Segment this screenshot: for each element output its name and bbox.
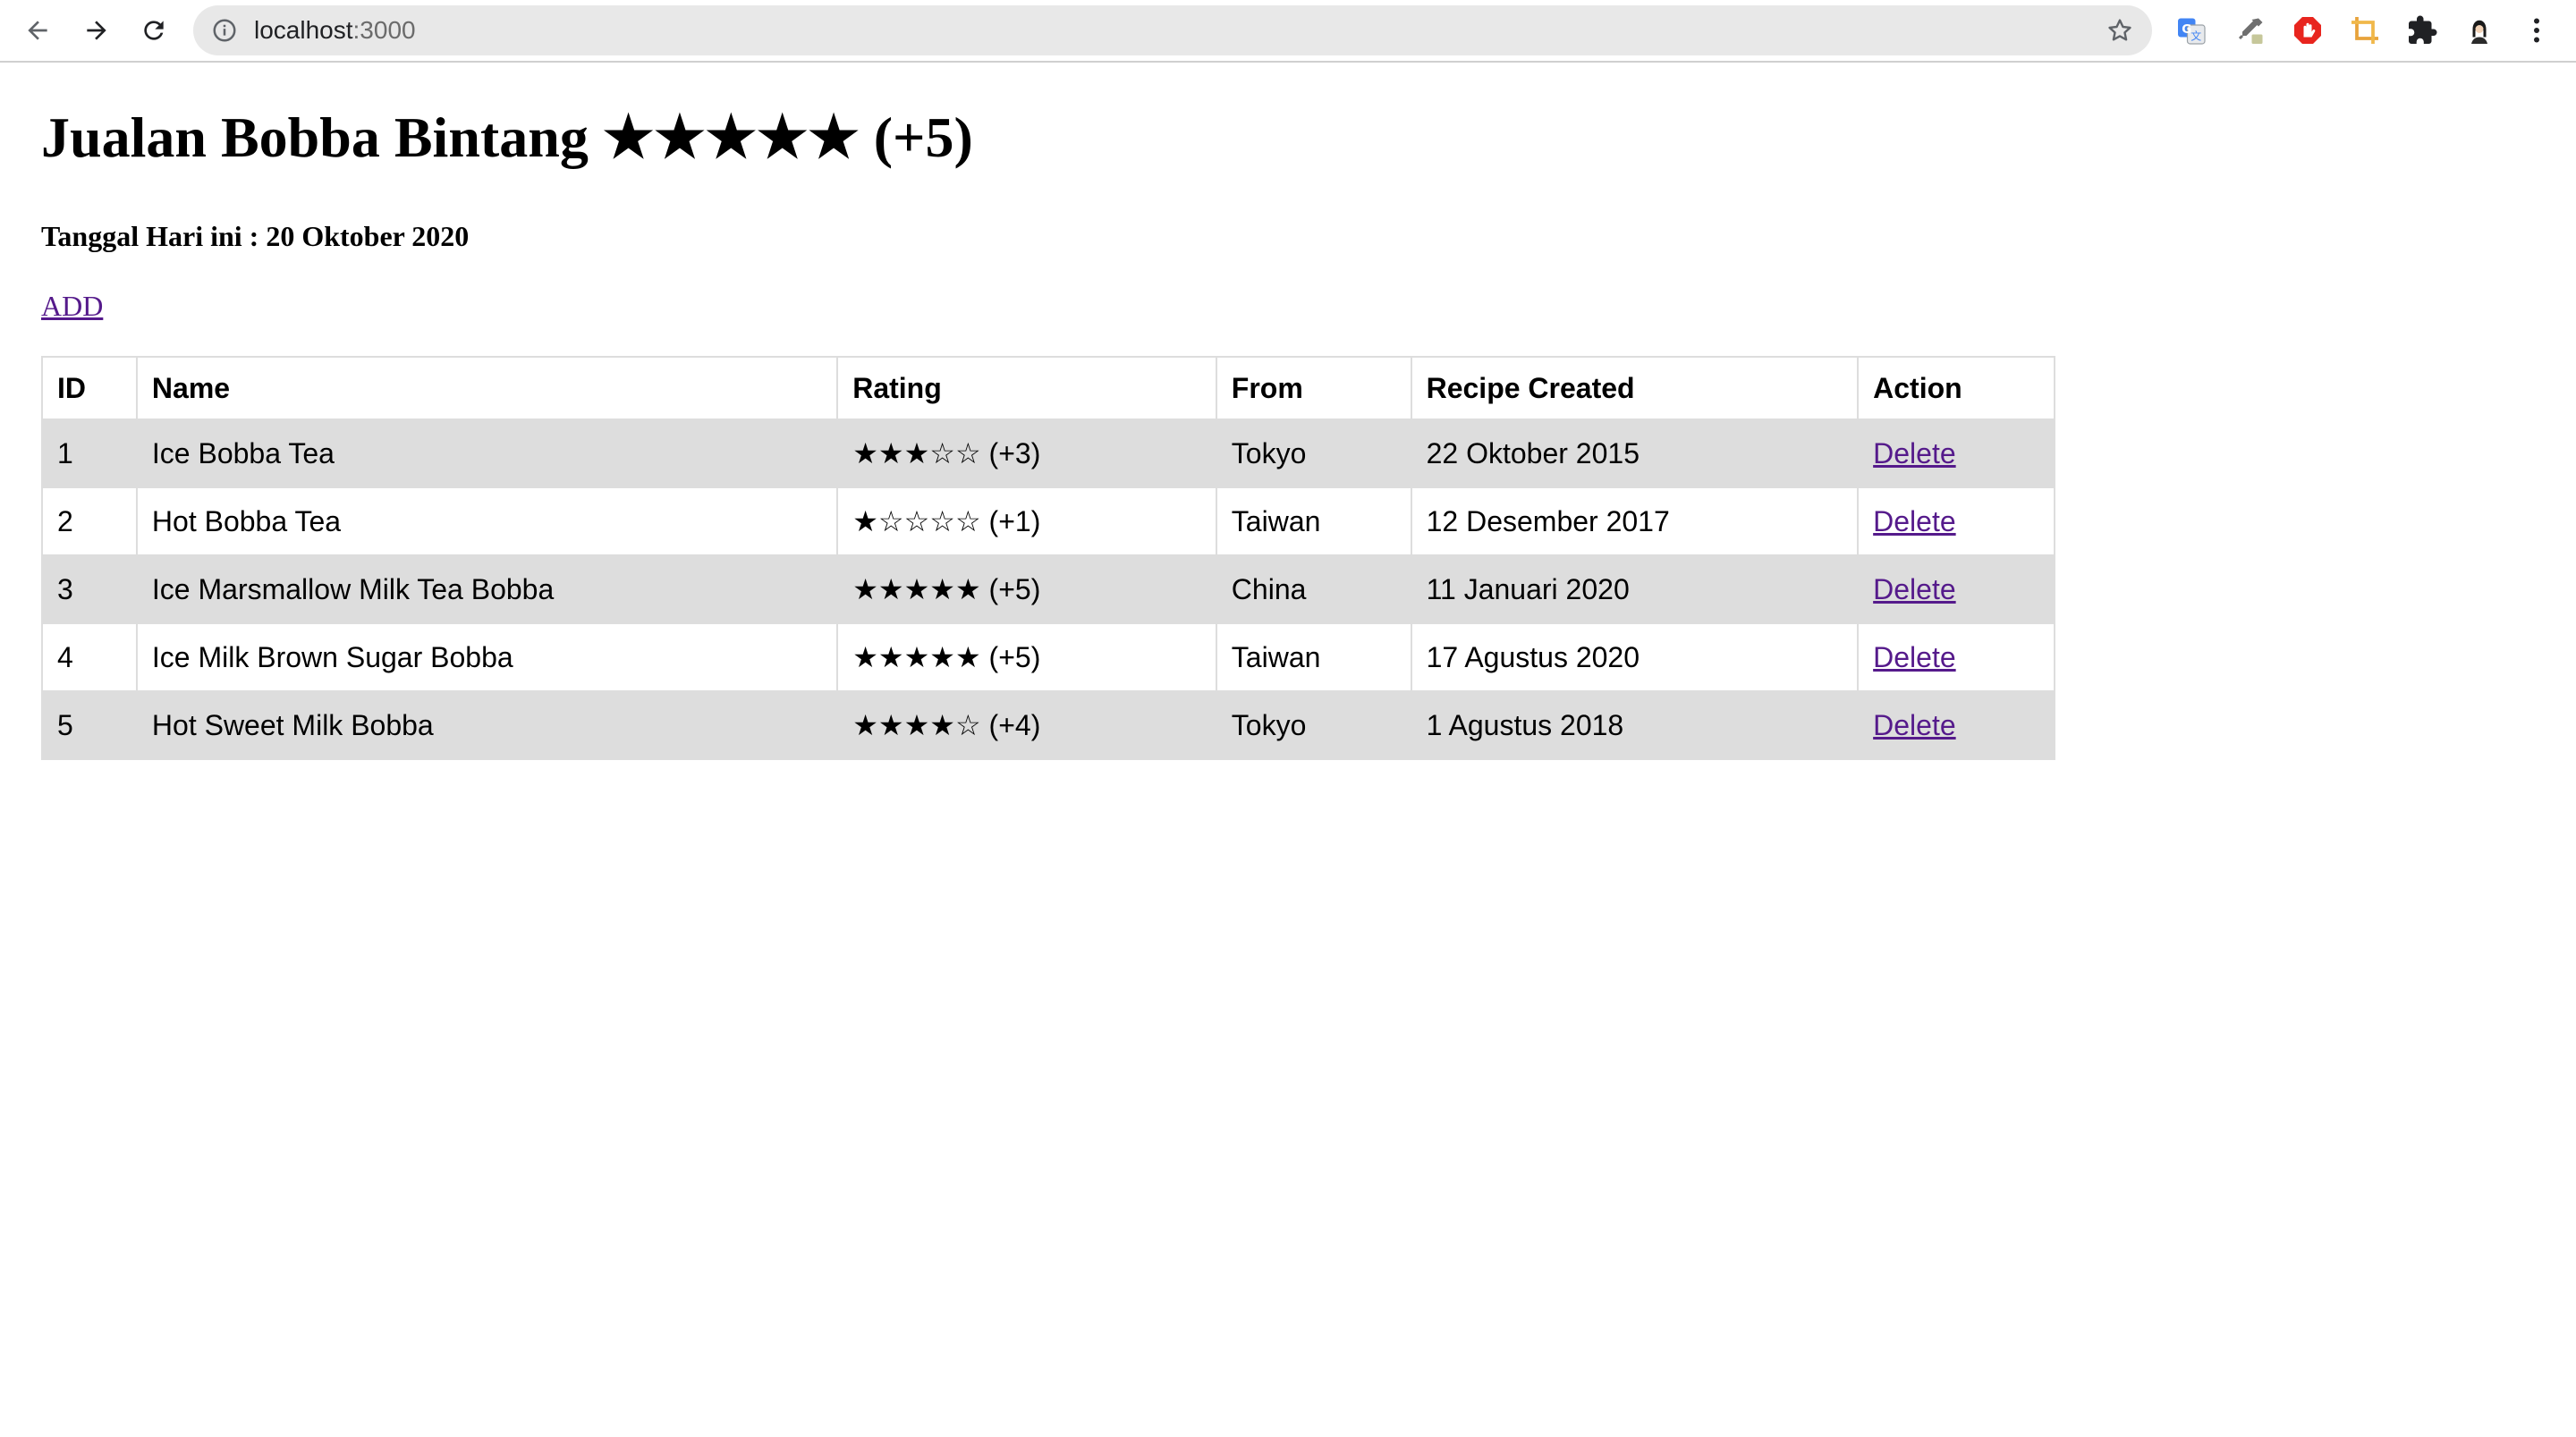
table-row: 2 Hot Bobba Tea ★☆☆☆☆ (+1) Taiwan 12 Des… [41, 486, 2055, 556]
cell-from: Taiwan [1215, 622, 1412, 692]
delete-link[interactable]: Delete [1873, 505, 1956, 537]
puzzle-extensions-icon [2409, 15, 2437, 44]
cell-name: Hot Bobba Tea [135, 486, 839, 556]
eyedropper-extension-icon [2238, 18, 2263, 44]
cell-rating: ★★★★★ (+5) [836, 554, 1217, 624]
translate-extension[interactable]: G 文 [2174, 13, 2209, 48]
table-row: 5 Hot Sweet Milk Bobba ★★★★☆ (+4) Tokyo … [41, 690, 2055, 760]
bobba-table: ID Name Rating From Recipe Created Actio… [41, 356, 2055, 760]
crop-extension-icon [2351, 17, 2378, 44]
kebab-menu-icon [2534, 18, 2539, 43]
url-port: :3000 [352, 16, 416, 44]
table-row: 4 Ice Milk Brown Sugar Bobba ★★★★★ (+5) … [41, 622, 2055, 692]
forward-arrow-icon [87, 21, 106, 40]
translate-extension-icon: G 文 [2178, 18, 2206, 45]
table-header-row: ID Name Rating From Recipe Created Actio… [41, 356, 2055, 420]
bookmark-star-icon[interactable] [2106, 16, 2134, 45]
cell-id: 2 [41, 486, 138, 556]
cell-rating: ★★★★☆ (+4) [836, 690, 1217, 760]
cell-rating: ★☆☆☆☆ (+1) [836, 486, 1217, 556]
cell-id: 5 [41, 690, 138, 760]
header-from: From [1215, 356, 1412, 420]
header-name: Name [135, 356, 839, 420]
header-rating: Rating [836, 356, 1217, 420]
profile-button[interactable] [2462, 13, 2497, 48]
page-title: Jualan Bobba Bintang ★★★★★ (+5) [41, 106, 973, 169]
delete-link[interactable]: Delete [1873, 573, 1956, 605]
add-link[interactable]: ADD [41, 290, 103, 323]
cell-from: Tokyo [1215, 690, 1412, 760]
eyedropper-extension[interactable] [2233, 13, 2268, 48]
extensions-menu[interactable] [2404, 13, 2440, 48]
cell-name: Ice Bobba Tea [135, 418, 839, 488]
cell-recipe-created: 11 Januari 2020 [1410, 554, 1860, 624]
adblock-extension[interactable] [2290, 13, 2326, 48]
header-id: ID [41, 356, 138, 420]
url-host: localhost [254, 16, 353, 44]
delete-link[interactable]: Delete [1873, 641, 1956, 673]
cell-recipe-created: 17 Agustus 2020 [1410, 622, 1860, 692]
header-recipe-created: Recipe Created [1410, 356, 1860, 420]
browser-menu-button[interactable] [2519, 13, 2555, 48]
info-icon[interactable] [211, 17, 238, 44]
forward-button[interactable] [77, 11, 116, 50]
cell-rating: ★★★★★ (+5) [836, 622, 1217, 692]
today-date: Tanggal Hari ini : 20 Oktober 2020 [41, 220, 470, 252]
cell-rating: ★★★☆☆ (+3) [836, 418, 1217, 488]
crop-extension[interactable] [2347, 13, 2383, 48]
header-action: Action [1857, 356, 2055, 420]
cell-from: Tokyo [1215, 418, 1412, 488]
delete-link[interactable]: Delete [1873, 437, 1956, 469]
adblock-extension-icon [2294, 17, 2321, 44]
cell-recipe-created: 12 Desember 2017 [1410, 486, 1860, 556]
url-text[interactable]: localhost:3000 [254, 5, 416, 55]
svg-text:文: 文 [2190, 30, 2201, 43]
cell-action: Delete [1857, 622, 2055, 692]
reload-button[interactable] [134, 11, 174, 50]
cell-id: 1 [41, 418, 138, 488]
cell-name: Ice Milk Brown Sugar Bobba [135, 622, 839, 692]
cell-name: Ice Marsmallow Milk Tea Bobba [135, 554, 839, 624]
browser-toolbar: localhost:3000 G 文 [0, 0, 2576, 63]
cell-recipe-created: 22 Oktober 2015 [1410, 418, 1860, 488]
cell-from: Taiwan [1215, 486, 1412, 556]
profile-avatar-icon [2464, 15, 2495, 46]
delete-link[interactable]: Delete [1873, 709, 1956, 741]
table-row: 3 Ice Marsmallow Milk Tea Bobba ★★★★★ (+… [41, 554, 2055, 624]
cell-id: 3 [41, 554, 138, 624]
address-bar[interactable]: localhost:3000 [193, 5, 2152, 55]
cell-recipe-created: 1 Agustus 2018 [1410, 690, 1860, 760]
cell-id: 4 [41, 622, 138, 692]
cell-name: Hot Sweet Milk Bobba [135, 690, 839, 760]
reload-icon [144, 21, 164, 40]
cell-action: Delete [1857, 418, 2055, 488]
cell-action: Delete [1857, 554, 2055, 624]
table-row: 1 Ice Bobba Tea ★★★☆☆ (+3) Tokyo 22 Okto… [41, 418, 2055, 488]
cell-action: Delete [1857, 690, 2055, 760]
cell-from: China [1215, 554, 1412, 624]
back-arrow-icon [28, 21, 47, 40]
cell-action: Delete [1857, 486, 2055, 556]
back-button[interactable] [18, 11, 57, 50]
